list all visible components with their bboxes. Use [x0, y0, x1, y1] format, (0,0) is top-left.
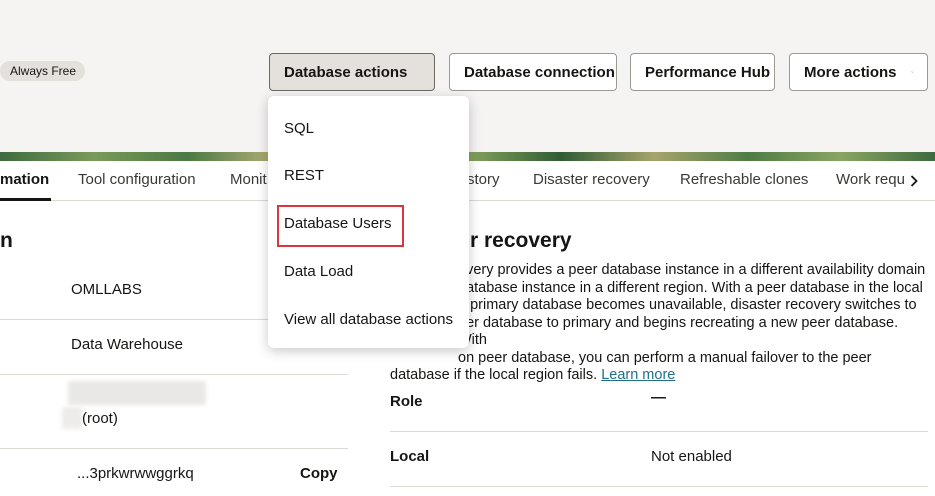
database-connection-label: Database connection — [464, 63, 615, 81]
role-value: — — [651, 389, 666, 406]
more-actions-label: More actions — [804, 63, 897, 81]
menu-item-data-load[interactable]: Data Load — [284, 263, 353, 280]
redacted-value — [68, 381, 206, 405]
tab-history[interactable]: story — [467, 161, 500, 201]
tab-work-requests[interactable]: Work requ — [836, 161, 905, 201]
display-name-value: OMLLABS — [71, 281, 142, 298]
local-value: Not enabled — [651, 448, 732, 465]
tab-monitoring[interactable]: Monit — [230, 161, 267, 201]
tab-refreshable-clones[interactable]: Refreshable clones — [680, 161, 808, 201]
tab-information[interactable]: mation — [0, 161, 52, 201]
disaster-recovery-title: r recovery — [470, 229, 572, 252]
desc-line: database instance in a different region.… — [458, 279, 923, 296]
more-actions-button[interactable]: More actions — [789, 53, 928, 91]
section-title-information: n — [0, 229, 13, 252]
desc-line: eer database to primary and begins recre… — [458, 314, 899, 349]
always-free-badge: Always Free — [0, 61, 86, 81]
chevron-down-icon — [910, 71, 913, 73]
menu-item-sql[interactable]: SQL — [284, 120, 314, 137]
compartment-root-value: (root) — [82, 410, 118, 427]
desc-line: e primary database becomes unavailable, … — [458, 297, 917, 313]
database-actions-label: Database actions — [284, 63, 408, 81]
chevron-right-icon[interactable] — [900, 167, 928, 195]
disaster-recovery-description: overy provides a peer database instance … — [390, 262, 930, 385]
performance-hub-button[interactable]: Performance Hub — [630, 53, 775, 91]
tab-tool-configuration[interactable]: Tool configuration — [78, 161, 196, 201]
ocid-value: ...3prkwrwwggrkq — [77, 465, 194, 482]
desc-line: overy provides a peer database instance … — [458, 262, 926, 278]
database-connection-button[interactable]: Database connection — [449, 53, 617, 91]
redacted-value — [62, 407, 82, 429]
role-label: Role — [390, 393, 423, 410]
desc-line: on peer database, you can perform a manu… — [458, 349, 872, 366]
performance-hub-label: Performance Hub — [645, 63, 771, 81]
workload-type-value: Data Warehouse — [71, 336, 184, 353]
local-label: Local — [390, 448, 430, 465]
menu-item-view-all-database-actions[interactable]: View all database actions — [284, 311, 453, 328]
highlight-box — [277, 205, 404, 247]
menu-item-rest[interactable]: REST — [284, 167, 324, 184]
database-actions-button[interactable]: Database actions — [269, 53, 435, 91]
tab-disaster-recovery[interactable]: Disaster recovery — [533, 161, 650, 201]
copy-link[interactable]: Copy — [300, 465, 338, 482]
role-row — [390, 380, 928, 432]
